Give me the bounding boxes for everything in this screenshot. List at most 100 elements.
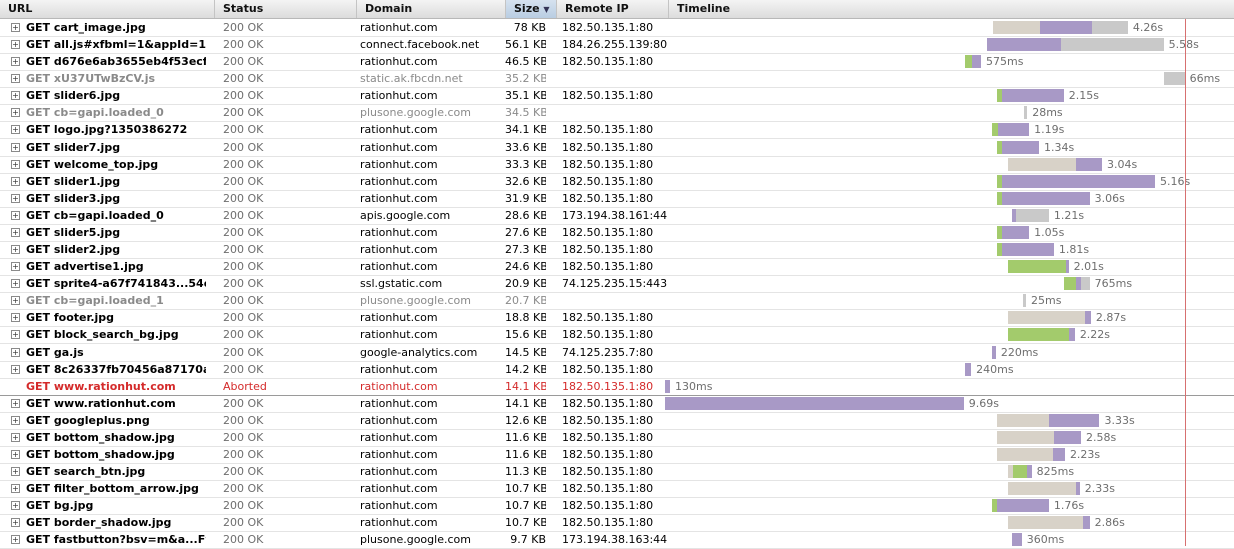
column-url[interactable]: URL (0, 0, 215, 18)
request-row[interactable]: + GET d676e6ab3655eb4f53ecf0d 200 OK ration… (0, 53, 1234, 71)
request-row[interactable]: + GET fastbutton?bsv=m&a...Fww 200 OK pluso… (0, 531, 1234, 549)
expand-toggle-icon[interactable]: + (11, 211, 20, 220)
expand-toggle-icon[interactable]: + (11, 365, 20, 374)
expand-toggle-icon[interactable]: + (11, 262, 20, 271)
request-status: 200 OK (223, 72, 264, 85)
expand-toggle-icon[interactable]: + (11, 296, 20, 305)
expand-toggle-icon[interactable]: + (11, 228, 20, 237)
expand-toggle-icon[interactable]: + (11, 160, 20, 169)
request-row[interactable]: + GET cart_image.jpg 200 OK rationhut.com 78… (0, 19, 1234, 37)
request-row[interactable]: + GET bottom_shadow.jpg 200 OK rationhut.co… (0, 429, 1234, 447)
timeline-segment-receiving (1061, 38, 1164, 51)
expand-toggle-icon[interactable]: + (11, 194, 20, 203)
request-size: 10.7 KB (505, 482, 546, 495)
expand-toggle-icon[interactable]: + (11, 399, 20, 408)
request-row[interactable]: + GET bottom_shadow.jpg 200 OK rationhut.co… (0, 446, 1234, 464)
expand-toggle-icon[interactable]: + (11, 467, 20, 476)
expand-toggle-icon[interactable]: + (11, 125, 20, 134)
request-row[interactable]: + GET xU37UTwBzCV.js 200 OK static.ak.fbcdn… (0, 70, 1234, 88)
expand-toggle-icon[interactable]: + (11, 433, 20, 442)
expand-toggle-icon[interactable]: + (11, 484, 20, 493)
request-url: GET slider2.jpg (26, 243, 121, 256)
expand-toggle-icon[interactable]: + (11, 313, 20, 322)
request-row[interactable]: + GET advertise1.jpg 200 OK rationhut.com 24… (0, 258, 1234, 276)
request-row[interactable]: + GET block_search_bg.jpg 200 OK rationhut.… (0, 326, 1234, 344)
request-size: 14.1 KB (505, 380, 546, 393)
request-domain: google-analytics.com (360, 346, 478, 359)
request-status: 200 OK (223, 158, 264, 171)
request-url: GET welcome_top.jpg (26, 158, 159, 171)
request-size: 20.9 KB (505, 277, 546, 290)
request-url: GET cb=gapi.loaded_0 (26, 209, 164, 222)
request-remote-ip: 74.125.235.7:80 (562, 346, 654, 359)
expand-toggle-icon[interactable]: + (11, 57, 20, 66)
expand-toggle-icon[interactable]: + (11, 245, 20, 254)
timeline-bar (1022, 294, 1026, 307)
expand-toggle-icon[interactable]: + (11, 518, 20, 527)
request-size: 9.7 KB (510, 533, 546, 546)
expand-toggle-icon[interactable]: + (11, 450, 20, 459)
timeline-duration-label: 2.33s (1084, 482, 1115, 495)
request-url: GET block_search_bg.jpg (26, 328, 179, 341)
column-size[interactable]: Size ▼ (506, 0, 557, 18)
timeline-duration-label: 1.19s (1034, 123, 1065, 136)
timeline-segment-connecting (1013, 465, 1027, 478)
timeline-duration-label: 2.22s (1079, 328, 1111, 341)
expand-toggle-icon[interactable]: + (11, 535, 20, 544)
request-remote-ip: 182.50.135.1:80 (562, 414, 654, 427)
column-status[interactable]: Status (215, 0, 357, 18)
request-row[interactable]: + GET slider5.jpg 200 OK rationhut.com 27.6 … (0, 224, 1234, 242)
timeline-segment-blocking (1008, 311, 1085, 324)
request-row[interactable]: + GET cb=gapi.loaded_0 200 OK plusone.googl… (0, 104, 1234, 122)
expand-toggle-icon[interactable]: + (11, 108, 20, 117)
expand-toggle-icon[interactable]: + (11, 348, 20, 357)
column-domain[interactable]: Domain (357, 0, 506, 18)
request-row[interactable]: + GET ga.js 200 OK google-analytics.com 14.5… (0, 344, 1234, 362)
timeline-segment-receiving (1022, 294, 1026, 307)
request-row[interactable]: + GET logo.jpg?1350386272 200 OK rationhut.… (0, 121, 1234, 139)
request-row[interactable]: + GET 8c26337fb70456a87170a0(200 OK ration… (0, 361, 1234, 379)
timeline-segment-waiting (972, 55, 981, 68)
request-status: 200 OK (223, 175, 264, 188)
request-row[interactable]: + GET slider7.jpg 200 OK rationhut.com 33.6 … (0, 139, 1234, 157)
request-row[interactable]: + GET slider2.jpg 200 OK rationhut.com 27.3 … (0, 241, 1234, 259)
request-row[interactable]: + GET bg.jpg 200 OK rationhut.com 10.7 KB 182… (0, 497, 1234, 515)
expand-toggle-icon[interactable]: + (11, 416, 20, 425)
request-url: GET advertise1.jpg (26, 260, 144, 273)
request-row[interactable]: + GET welcome_top.jpg 200 OK rationhut.com 3… (0, 156, 1234, 174)
request-row[interactable]: + GET cb=gapi.loaded_1 200 OK plusone.googl… (0, 292, 1234, 310)
request-row[interactable]: GET www.rationhut.com Aborted rationhut.co… (0, 378, 1234, 396)
request-row[interactable]: + GET sprite4-a67f741843...54c34 200 OK ssl… (0, 275, 1234, 293)
request-domain: plusone.google.com (360, 106, 471, 119)
request-size: 18.8 KB (505, 311, 546, 324)
request-domain: rationhut.com (360, 141, 438, 154)
request-row[interactable]: + GET all.js#xfbml=1&appId=114 200 OK conne… (0, 36, 1234, 54)
request-row[interactable]: + GET slider1.jpg 200 OK rationhut.com 32.6 … (0, 173, 1234, 191)
column-remote-ip[interactable]: Remote IP (557, 0, 669, 18)
request-row[interactable]: + GET www.rationhut.com 200 OK rationhut.co… (0, 395, 1234, 413)
request-row[interactable]: + GET slider6.jpg 200 OK rationhut.com 35.1 … (0, 87, 1234, 105)
expand-toggle-icon[interactable]: + (11, 177, 20, 186)
timeline-duration-label: 825ms (1036, 465, 1075, 478)
request-status: 200 OK (223, 533, 264, 546)
expand-toggle-icon[interactable]: + (11, 330, 20, 339)
expand-toggle-icon[interactable]: + (11, 501, 20, 510)
request-row[interactable]: + GET googleplus.png 200 OK rationhut.com 12… (0, 412, 1234, 430)
expand-toggle-icon[interactable]: + (11, 279, 20, 288)
request-row[interactable]: + GET footer.jpg 200 OK rationhut.com 18.8 K… (0, 309, 1234, 327)
request-url: GET bottom_shadow.jpg (26, 431, 175, 444)
request-row[interactable]: + GET cb=gapi.loaded_0 200 OK apis.google.c… (0, 207, 1234, 225)
expand-toggle-icon[interactable]: + (11, 40, 20, 49)
expand-toggle-icon[interactable]: + (11, 143, 20, 152)
request-row[interactable]: + GET search_btn.jpg 200 OK rationhut.com 11… (0, 463, 1234, 481)
expand-toggle-icon[interactable]: + (11, 74, 20, 83)
timeline-bar (997, 414, 1100, 427)
expand-toggle-icon[interactable]: + (11, 91, 20, 100)
request-row[interactable]: + GET filter_bottom_arrow.jpg 200 OK ration… (0, 480, 1234, 498)
timeline-segment-waiting (1076, 158, 1102, 171)
expand-toggle-icon[interactable]: + (11, 23, 20, 32)
request-domain: ssl.gstatic.com (360, 277, 443, 290)
request-row[interactable]: + GET slider3.jpg 200 OK rationhut.com 31.9 … (0, 190, 1234, 208)
column-timeline[interactable]: Timeline (669, 0, 1234, 18)
request-row[interactable]: + GET border_shadow.jpg 200 OK rationhut.co… (0, 514, 1234, 532)
